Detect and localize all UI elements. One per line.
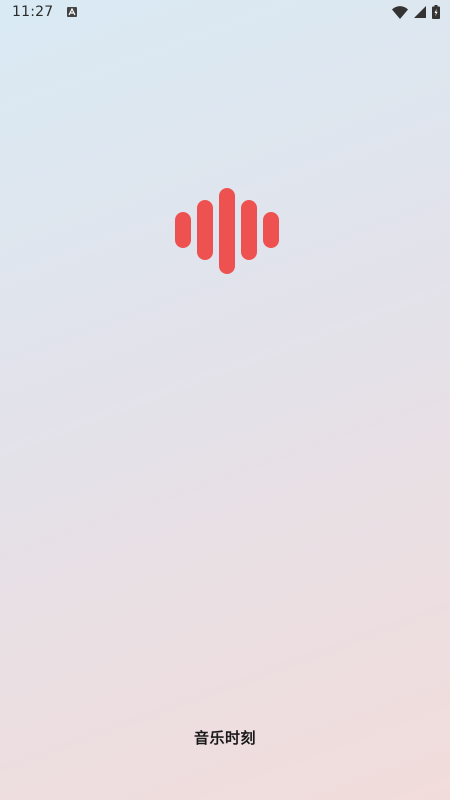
battery-icon bbox=[432, 5, 440, 19]
sound-wave-bar bbox=[241, 200, 257, 260]
cellular-signal-icon bbox=[414, 6, 426, 18]
status-bar-right bbox=[392, 5, 440, 19]
sound-wave-bar bbox=[175, 212, 191, 248]
sound-wave-bar bbox=[219, 188, 235, 274]
status-bar: 11:27 bbox=[0, 0, 450, 24]
status-time: 11:27 bbox=[12, 4, 54, 20]
app-name: 音乐时刻 bbox=[193, 729, 256, 747]
sound-wave-bar bbox=[197, 200, 213, 260]
a-notification-icon bbox=[67, 7, 78, 17]
sound-wave-icon bbox=[175, 188, 279, 276]
sound-wave-bar bbox=[263, 212, 279, 248]
splash-screen: 11:27 音乐时刻 bbox=[0, 0, 450, 800]
wifi-icon bbox=[392, 5, 408, 19]
status-bar-left: 11:27 bbox=[12, 4, 78, 20]
